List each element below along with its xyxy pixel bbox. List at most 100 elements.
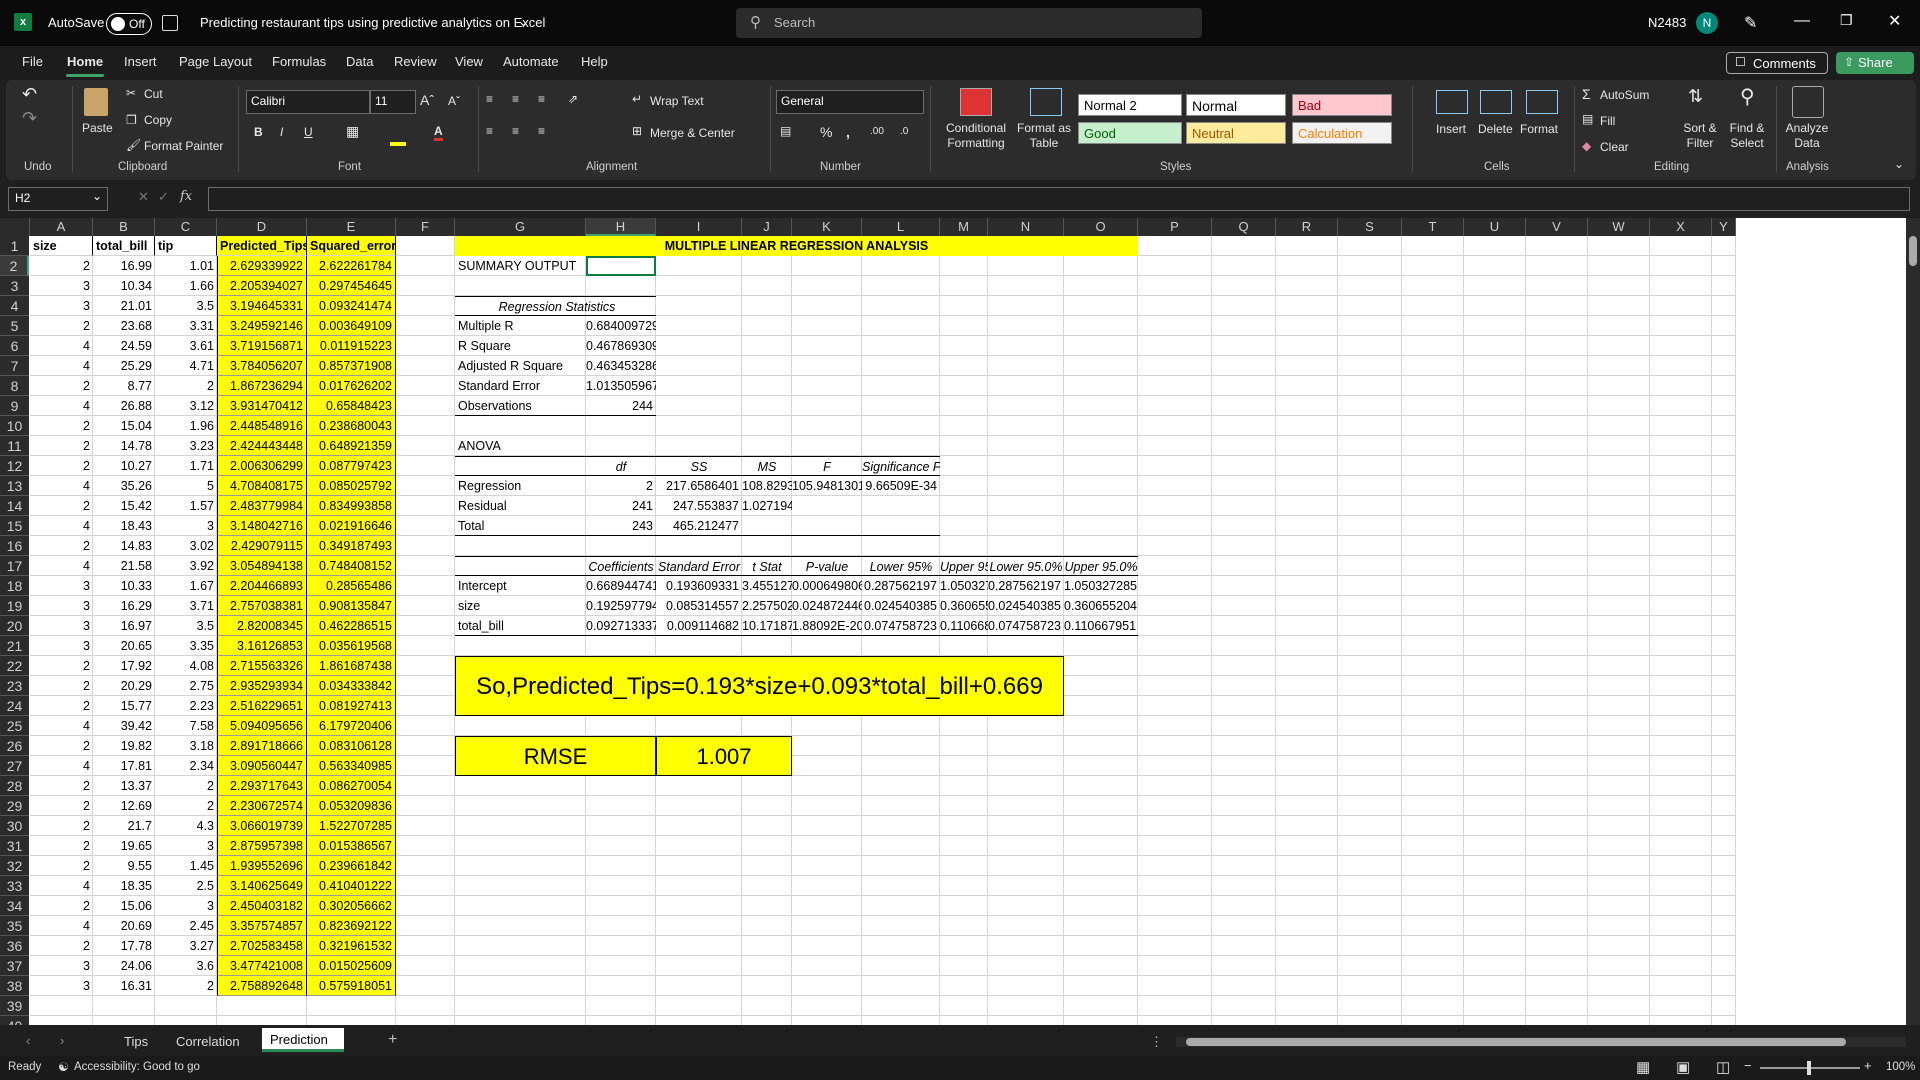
cell[interactable] (988, 716, 1064, 736)
row-header[interactable]: 31 (0, 836, 29, 856)
cell[interactable] (742, 416, 792, 436)
hscroll-thumb[interactable] (1186, 1038, 1846, 1046)
cell[interactable] (1464, 996, 1526, 1016)
cell[interactable] (1276, 256, 1338, 276)
cell[interactable] (396, 856, 455, 876)
cell[interactable] (792, 376, 862, 396)
cell[interactable] (988, 736, 1064, 756)
cell[interactable] (1138, 596, 1212, 616)
coef-value[interactable]: 0.192597794 (586, 596, 656, 616)
cell[interactable] (396, 276, 455, 296)
cell[interactable] (1276, 496, 1338, 516)
cell[interactable] (586, 876, 656, 896)
cell[interactable] (455, 956, 586, 976)
cell-total-bill[interactable]: 16.31 (93, 976, 155, 996)
cell[interactable] (586, 856, 656, 876)
cell[interactable] (1712, 276, 1736, 296)
column-header-i[interactable]: I (656, 218, 742, 236)
cell[interactable] (988, 296, 1064, 316)
row-header[interactable]: 36 (0, 936, 29, 956)
cell-total-bill[interactable]: 10.34 (93, 276, 155, 296)
pen-icon[interactable]: ✎ (1744, 13, 1757, 33)
cell[interactable] (1650, 936, 1712, 956)
cell[interactable] (1338, 276, 1402, 296)
cell[interactable] (940, 856, 988, 876)
cell[interactable] (792, 296, 862, 316)
cell[interactable] (396, 616, 455, 636)
cell-total-bill[interactable]: 13.37 (93, 776, 155, 796)
anova-value[interactable]: 105.9481301 (792, 476, 862, 496)
cell-predicted-tips[interactable]: 3.249592146 (217, 316, 307, 336)
cell[interactable] (455, 856, 586, 876)
cell[interactable] (940, 536, 988, 556)
cell[interactable] (1064, 356, 1138, 376)
cell[interactable] (792, 836, 862, 856)
cell-size[interactable]: 2 (30, 896, 93, 916)
cell-predicted-tips[interactable]: 1.939552696 (217, 856, 307, 876)
cell[interactable] (940, 896, 988, 916)
style-good[interactable]: Good (1078, 122, 1182, 144)
cell[interactable] (862, 276, 940, 296)
cell[interactable] (1712, 676, 1736, 696)
cell[interactable] (988, 636, 1064, 656)
cell[interactable] (742, 336, 792, 356)
cell-size[interactable]: 2 (30, 836, 93, 856)
cell[interactable] (1588, 256, 1650, 276)
row-header[interactable]: 40 (0, 1016, 29, 1025)
cell-predicted-tips[interactable]: 2.450403182 (217, 896, 307, 916)
cell[interactable] (1276, 656, 1338, 676)
coef-value[interactable]: 0.009114682 (656, 616, 742, 636)
cell[interactable] (396, 896, 455, 916)
cell[interactable] (455, 876, 586, 896)
cell[interactable] (1138, 236, 1212, 256)
cell[interactable] (1138, 776, 1212, 796)
cell[interactable] (1138, 976, 1212, 996)
cell[interactable] (1712, 536, 1736, 556)
cell[interactable] (1650, 956, 1712, 976)
cell[interactable] (1650, 316, 1712, 336)
cell[interactable] (1588, 376, 1650, 396)
cell[interactable] (1526, 416, 1588, 436)
cell[interactable] (1650, 556, 1712, 576)
prev-sheet-icon[interactable]: ‹ (26, 1033, 30, 1048)
cell-total-bill[interactable]: 15.06 (93, 896, 155, 916)
cell-squared-error[interactable]: 0.015386567 (307, 836, 396, 856)
cell[interactable] (742, 776, 792, 796)
cell[interactable] (988, 896, 1064, 916)
cell[interactable] (1464, 736, 1526, 756)
cell[interactable] (1526, 656, 1588, 676)
cell[interactable] (396, 396, 455, 416)
analyze-data-icon[interactable] (1792, 86, 1824, 118)
comments-button[interactable]: ☐ Comments (1726, 52, 1828, 74)
cell[interactable] (1212, 596, 1276, 616)
cell[interactable] (455, 776, 586, 796)
cell[interactable] (1526, 916, 1588, 936)
anova-row-label[interactable]: Regression (455, 476, 586, 496)
cell[interactable] (1526, 376, 1588, 396)
cell-total-bill[interactable]: 8.77 (93, 376, 155, 396)
menu-page-layout[interactable]: Page Layout (179, 54, 252, 69)
cell[interactable] (988, 1016, 1064, 1025)
cell[interactable] (30, 996, 93, 1016)
cell[interactable] (1402, 516, 1464, 536)
cell[interactable] (1276, 716, 1338, 736)
cell[interactable] (1338, 416, 1402, 436)
bold-icon[interactable]: B (254, 125, 263, 139)
cell[interactable] (1276, 516, 1338, 536)
column-header-m[interactable]: M (940, 218, 988, 236)
cell[interactable] (1338, 556, 1402, 576)
column-header-s[interactable]: S (1338, 218, 1402, 236)
cell[interactable] (1712, 576, 1736, 596)
cell-total-bill[interactable]: 24.06 (93, 956, 155, 976)
cell[interactable] (307, 1016, 396, 1025)
conditional-formatting-icon[interactable] (960, 88, 992, 116)
cell[interactable] (1402, 916, 1464, 936)
cell-predicted-tips[interactable]: 2.483779984 (217, 496, 307, 516)
cell[interactable] (1138, 856, 1212, 876)
cell[interactable] (1712, 756, 1736, 776)
cell[interactable] (1588, 596, 1650, 616)
cell[interactable] (1464, 456, 1526, 476)
menu-data[interactable]: Data (346, 54, 373, 69)
copy-button[interactable]: Copy (144, 113, 172, 127)
cell[interactable] (792, 316, 862, 336)
